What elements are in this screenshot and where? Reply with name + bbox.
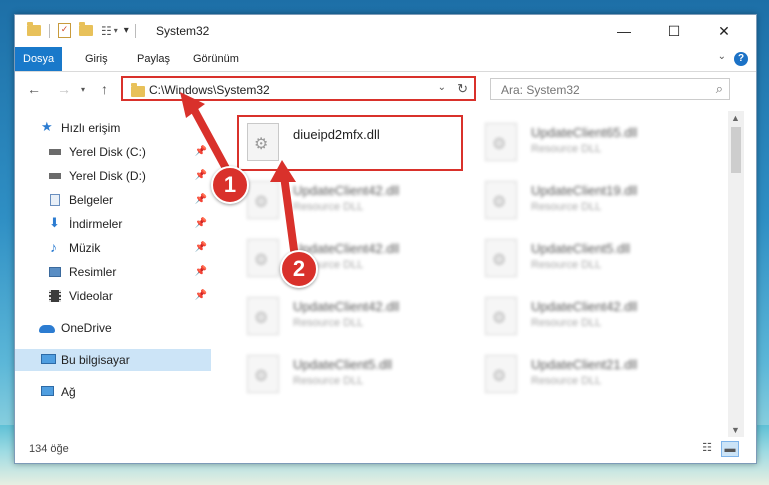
arrow-2-head bbox=[270, 160, 296, 182]
annotation-arrows bbox=[180, 92, 298, 254]
arrow-2-shaft bbox=[280, 172, 298, 254]
step-2-badge: 2 bbox=[280, 250, 318, 288]
arrow-1-shaft bbox=[187, 100, 232, 176]
step-1-badge: 1 bbox=[211, 166, 249, 204]
